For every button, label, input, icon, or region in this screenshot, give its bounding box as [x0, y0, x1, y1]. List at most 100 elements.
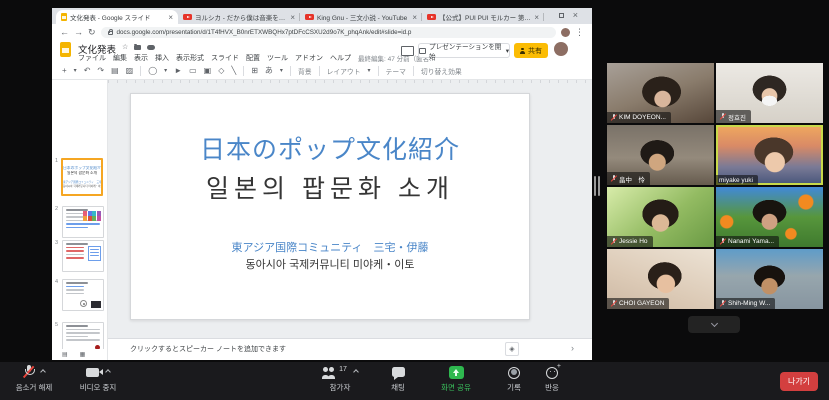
filmstrip-view-icon[interactable]: ▤ — [62, 351, 68, 358]
transition-button[interactable]: 切り替え効果 — [421, 66, 462, 76]
new-slide-dropdown-icon[interactable]: ▾ — [74, 67, 77, 74]
participant-name-label: 畠中 怜 — [607, 172, 650, 185]
present-dropdown-icon[interactable]: ▾ — [506, 47, 509, 55]
chevron-up-icon[interactable] — [353, 369, 359, 375]
select-cursor-icon[interactable]: ► — [174, 66, 182, 75]
chat-icon — [392, 367, 405, 377]
record-button[interactable]: 기록 — [494, 365, 534, 393]
insert-table-icon[interactable]: ⊞ — [251, 66, 258, 75]
tab-close-icon[interactable]: × — [412, 13, 417, 22]
shared-screen-browser: 文化発表 - Google スライド × ヨルシカ - だから僕は音楽を辞めた … — [52, 8, 592, 360]
browser-menu-icon[interactable]: ⋮ — [575, 27, 584, 38]
save-status-icon[interactable] — [147, 45, 155, 50]
tab-close-icon[interactable]: × — [534, 13, 539, 22]
url-field[interactable]: docs.google.com/presentation/d/1T4fHVX_B… — [101, 27, 556, 38]
move-folder-icon[interactable] — [134, 45, 141, 50]
muted-mic-icon — [719, 113, 726, 121]
youtube-icon — [427, 14, 436, 20]
print-icon[interactable]: ▤ — [111, 66, 119, 75]
start-presentation-button[interactable]: プレゼンテーションを開始 ▾ — [418, 43, 510, 58]
tab-close-icon[interactable]: × — [168, 13, 173, 22]
layout-dropdown-icon[interactable]: ▾ — [368, 67, 371, 74]
paint-format-icon[interactable]: ▨ — [126, 66, 134, 75]
explore-button[interactable]: ◈ — [505, 342, 519, 356]
participant-tile-hatakenaka-rei[interactable]: 畠中 怜 — [607, 125, 714, 185]
redo-icon[interactable]: ↷ — [97, 66, 104, 75]
grid-view-icon[interactable]: ▦ — [80, 351, 86, 358]
reactions-button[interactable]: 반응 — [530, 365, 574, 393]
participant-tile-jeong-hyojin[interactable]: 정효진 — [716, 63, 823, 123]
youtube-icon — [183, 14, 192, 20]
share-screen-icon — [449, 366, 464, 379]
undo-icon[interactable]: ↶ — [84, 66, 91, 75]
person-icon — [520, 48, 525, 54]
slide-thumbnail-4[interactable] — [62, 279, 104, 311]
insert-image-icon[interactable]: ▣ — [204, 66, 212, 75]
slide-thumbnail-1[interactable]: 日本のポップ文化紹介 일본의 팝문화 소개 東アジア国際コミュニティ 三宅・伊藤… — [61, 158, 103, 196]
slide-thumbnail-3[interactable] — [62, 240, 104, 272]
participant-count: 17 — [339, 366, 347, 373]
new-slide-icon[interactable]: + — [62, 66, 67, 75]
tab-title: King Gnu - 三文小説 - YouTube — [317, 12, 409, 22]
share-screen-button[interactable]: 화면 공유 — [428, 365, 484, 393]
ime-icon[interactable]: あ — [265, 65, 273, 76]
leave-meeting-button[interactable]: 나가기 — [780, 372, 818, 391]
slides-toolbar: + ▾ ↶ ↷ ▤ ▨ ◯ ▾ ► ▭ ▣ ◇ ╲ ⊞ あ ▾ 背景 レイアウト… — [52, 62, 592, 80]
account-avatar[interactable] — [554, 42, 568, 56]
zoom-dropdown-icon[interactable]: ▾ — [164, 67, 167, 74]
participants-button[interactable]: 17 참가자 — [308, 365, 372, 393]
zoom-meeting-window: 文化発表 - Google スライド × ヨルシカ - だから僕は音楽を辞めた … — [0, 0, 829, 400]
speaker-notes-placeholder[interactable]: クリックするとスピーカー ノートを追加できます — [130, 344, 286, 354]
participant-tile-choi-gayeon[interactable]: CHOI GAYEON — [607, 249, 714, 309]
forward-icon[interactable]: → — [74, 27, 83, 37]
slide-thumbnail-2[interactable] — [62, 206, 104, 238]
chevron-up-icon[interactable] — [40, 369, 46, 375]
star-icon[interactable]: ☆ — [122, 43, 128, 51]
participant-tile-shih-ming[interactable]: Shih-Ming W... — [716, 249, 823, 309]
participant-tile-jessie-ho[interactable]: Jessie Ho — [607, 187, 714, 247]
chevron-up-icon[interactable] — [105, 369, 111, 375]
reload-icon[interactable]: ↻ — [88, 27, 96, 38]
slide-canvas: 日本のポップ文化紹介 일본의 팝문화 소개 東アジア国際コミュニティ 三宅・伊藤… — [108, 80, 592, 338]
slide-filmstrip: 1 日本のポップ文化紹介 일본의 팝문화 소개 東アジア国際コミュニティ 三宅・… — [52, 80, 108, 360]
participant-tile-nanami-yama[interactable]: Nanami Yama... — [716, 187, 823, 247]
participant-tile-miyake-yuki[interactable]: miyake yuki — [716, 125, 823, 185]
insert-shape-icon[interactable]: ◇ — [218, 66, 224, 75]
tab-title: ヨルシカ - だから僕は音楽を辞めた — [195, 12, 287, 22]
browser-tab-yorushika[interactable]: ヨルシカ - だから僕は音楽を辞めた × — [178, 10, 300, 24]
background-button[interactable]: 背景 — [298, 66, 312, 76]
expand-panel-icon[interactable]: › — [571, 343, 574, 353]
stop-video-button[interactable]: 비디오 중지 — [66, 365, 130, 393]
muted-mic-icon — [610, 238, 617, 246]
present-to-meeting-icon[interactable] — [401, 46, 414, 56]
textbox-icon[interactable]: ▭ — [189, 66, 197, 75]
reactions-icon — [546, 367, 558, 379]
window-restore-icon[interactable] — [559, 13, 564, 18]
zoom-toolbar: 음소거 해제 비디오 중지 17 참가자 채팅 화면 공유 기록 반응 나가기 — [0, 362, 829, 400]
slide-number: 5 — [55, 322, 58, 328]
back-icon[interactable]: ← — [60, 27, 69, 37]
window-close-icon[interactable]: × — [573, 10, 578, 20]
collapse-gallery-button[interactable] — [688, 316, 740, 333]
theme-button[interactable]: テーマ — [386, 66, 406, 76]
window-controls: × — [559, 9, 578, 21]
participant-gallery: KIM DOYEON... 정효진 畠中 怜 miyake yuki Jessi… — [607, 63, 823, 309]
share-button[interactable]: 共有 — [514, 43, 548, 58]
chevron-down-icon — [710, 319, 717, 326]
slide-number: 4 — [55, 279, 58, 285]
layout-button[interactable]: レイアウト — [327, 66, 361, 76]
ime-dropdown-icon[interactable]: ▾ — [280, 67, 283, 74]
chat-button[interactable]: 채팅 — [378, 365, 418, 393]
browser-tab-slides[interactable]: 文化発表 - Google スライド × — [56, 10, 178, 24]
zoom-icon[interactable]: ◯ — [148, 66, 157, 75]
browser-tab-molcar[interactable]: 【公式】PUI PUI モルカー 第1話 × — [422, 10, 544, 24]
unmute-button[interactable]: 음소거 해제 — [6, 365, 62, 393]
browser-address-bar: ← → ↻ docs.google.com/presentation/d/1T4… — [52, 24, 592, 40]
current-slide[interactable]: 日本のポップ文化紹介 일본의 팝문화 소개 東アジア国際コミュニティ 三宅・伊藤… — [130, 93, 530, 320]
panel-resize-handle[interactable] — [594, 176, 600, 196]
participant-tile-kim-doyeon[interactable]: KIM DOYEON... — [607, 63, 714, 123]
insert-line-icon[interactable]: ╲ — [231, 66, 236, 75]
tab-close-icon[interactable]: × — [290, 13, 295, 22]
browser-tab-kinggnu[interactable]: King Gnu - 三文小説 - YouTube × — [300, 10, 422, 24]
browser-profile-avatar[interactable] — [561, 28, 570, 37]
